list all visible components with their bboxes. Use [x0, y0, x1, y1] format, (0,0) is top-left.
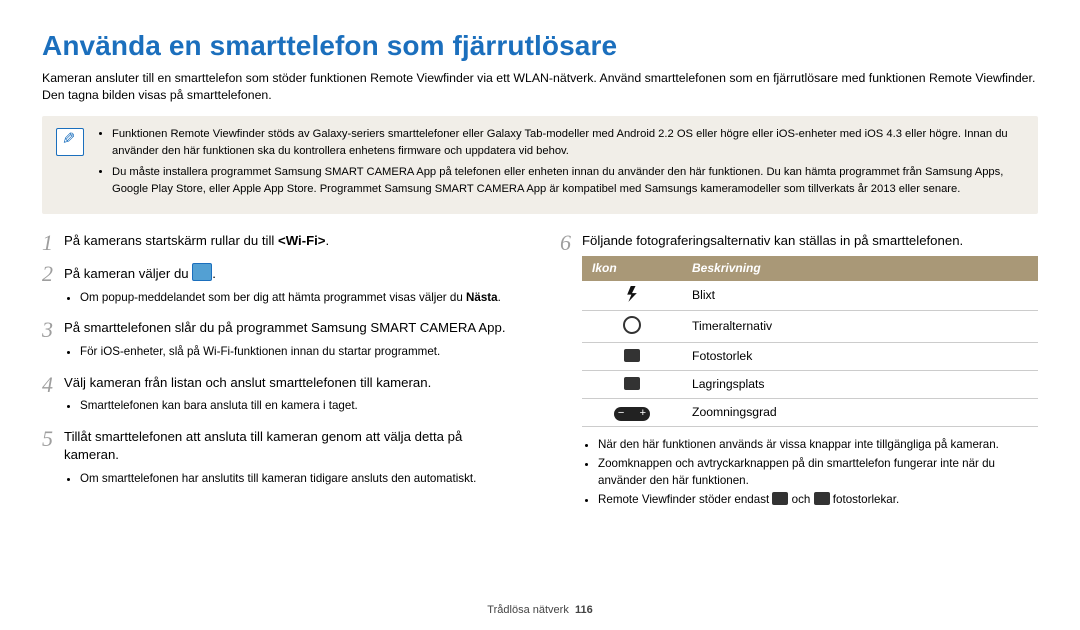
flash-icon: [626, 286, 638, 302]
step-2-sub: Om popup-meddelandet som ber dig att häm…: [80, 290, 520, 307]
options-table: Ikon Beskrivning Blixt Timeralternativ F…: [582, 256, 1038, 427]
info-note-box: Funktionen Remote Viewfinder stöds av Ga…: [42, 116, 1038, 213]
step-4: Välj kameran från listan och anslut smar…: [42, 374, 520, 415]
step-3-sub: För iOS-enheter, slå på Wi-Fi-funktionen…: [80, 344, 520, 361]
step-6: Följande fotograferingsalternativ kan st…: [560, 232, 1038, 509]
table-header-icon: Ikon: [582, 256, 682, 281]
table-header-desc: Beskrivning: [682, 256, 1038, 281]
note-icon: [56, 128, 84, 156]
size-icon-b: [814, 492, 830, 505]
note-bullet: Du måste installera programmet Samsung S…: [112, 164, 1024, 198]
intro-paragraph: Kameran ansluter till en smarttelefon so…: [42, 70, 1038, 104]
post-note: Zoomknappen och avtryckarknappen på din …: [598, 456, 1038, 490]
timer-icon: [623, 316, 641, 334]
note-bullet: Funktionen Remote Viewfinder stöds av Ga…: [112, 126, 1024, 160]
post-note: Remote Viewfinder stöder endast och foto…: [598, 492, 1038, 509]
photosize-icon: [624, 349, 640, 362]
page-title: Använda en smarttelefon som fjärrutlösar…: [42, 30, 1038, 62]
zoom-icon: − +: [614, 407, 650, 421]
step-1: På kamerans startskärm rullar du till <W…: [42, 232, 520, 250]
table-row: Blixt: [682, 281, 1038, 311]
step-3: På smarttelefonen slår du på programmet …: [42, 319, 520, 360]
step-2: På kameran väljer du . Om popup-meddelan…: [42, 263, 520, 306]
page-footer: Trådlösa nätverk 116: [0, 604, 1080, 616]
storage-icon: [624, 377, 640, 390]
table-row: Lagringsplats: [682, 371, 1038, 399]
table-row: Timeralternativ: [682, 310, 1038, 342]
table-row: Fotostorlek: [682, 343, 1038, 371]
remote-viewfinder-icon: [192, 263, 212, 281]
step-4-sub: Smarttelefonen kan bara ansluta till en …: [80, 398, 520, 415]
size-icon-a: [772, 492, 788, 505]
table-row: Zoomningsgrad: [682, 399, 1038, 427]
post-note: När den här funktionen används är vissa …: [598, 437, 1038, 454]
step-5: Tillåt smarttelefonen att ansluta till k…: [42, 428, 520, 488]
step-5-sub: Om smarttelefonen har anslutits till kam…: [80, 471, 520, 488]
